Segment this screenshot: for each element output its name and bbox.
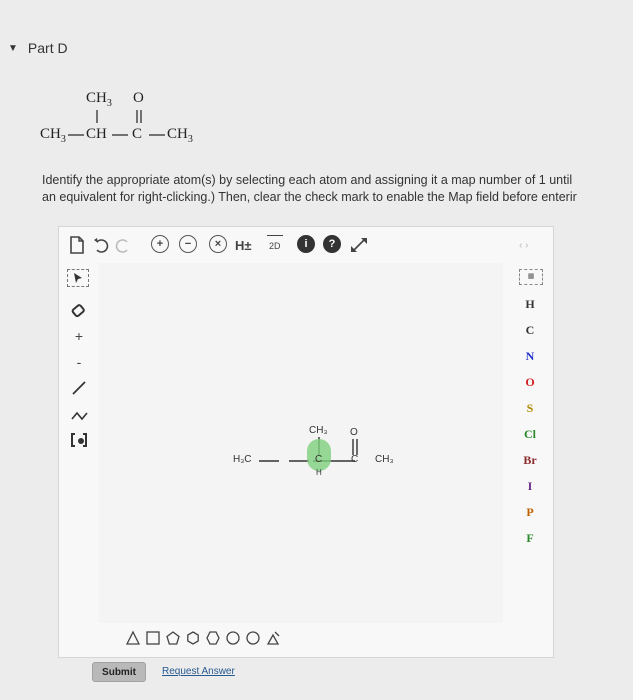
element-O[interactable]: O xyxy=(507,375,553,390)
help-icon[interactable]: ? xyxy=(323,235,341,253)
formula-bonds xyxy=(68,110,165,136)
square-ring-icon[interactable] xyxy=(145,630,161,646)
left-toolbar: + - xyxy=(59,263,99,623)
hydrogen-toggle-button[interactable]: H± xyxy=(235,235,252,255)
atom-h3c-left[interactable]: H₃C xyxy=(233,454,252,465)
hexagon-ring-icon[interactable] xyxy=(185,630,201,646)
element-I[interactable]: I xyxy=(507,479,553,494)
info-icon[interactable]: i xyxy=(297,235,315,253)
charge-minus-button[interactable]: - xyxy=(67,351,91,373)
new-document-icon[interactable] xyxy=(69,235,85,255)
element-H[interactable]: H xyxy=(507,297,553,312)
panel-toggle-icon[interactable]: ‹ › xyxy=(519,235,528,255)
element-C[interactable]: C xyxy=(507,323,553,338)
formula-c: C xyxy=(132,126,143,142)
undo-icon[interactable] xyxy=(93,235,111,255)
element-P[interactable]: P xyxy=(507,505,553,520)
charge-plus-button[interactable]: + xyxy=(67,325,91,347)
submit-button[interactable]: Submit xyxy=(92,662,146,682)
zoom-in-icon[interactable]: + xyxy=(151,235,169,253)
chain-tool-icon[interactable] xyxy=(67,403,91,425)
element-S[interactable]: S xyxy=(507,401,553,416)
element-Cl[interactable]: Cl xyxy=(507,427,553,442)
molecule-editor: + − × H± 2D i ? ‹ › + - H₃C C H CH₃ O C … xyxy=(58,226,554,658)
element-F[interactable]: F xyxy=(507,531,553,546)
heptagon-ring-icon[interactable] xyxy=(225,630,241,646)
instructions: Identify the appropriate atom(s) by sele… xyxy=(42,172,632,206)
clean-2d-button[interactable]: 2D xyxy=(267,235,283,256)
custom-template-icon[interactable] xyxy=(265,630,283,646)
atom-carbonyl-o[interactable]: O xyxy=(350,427,358,438)
instructions-line-2: an equivalent for right-clicking.) Then,… xyxy=(42,190,577,204)
ring-templates-toolbar xyxy=(99,625,503,651)
collapse-caret-icon[interactable]: ▼ xyxy=(8,43,18,54)
editor-toolbar: + − × H± 2D i ? ‹ › xyxy=(59,227,553,263)
clear-icon[interactable]: × xyxy=(209,235,227,253)
structural-formula: CH3 O CH3 CH C CH3 xyxy=(0,86,260,152)
formula-ch3-left: CH3 xyxy=(40,126,66,145)
single-bond-icon[interactable] xyxy=(67,377,91,399)
octagon-ring-icon[interactable] xyxy=(245,630,261,646)
formula-ch: CH xyxy=(86,126,107,142)
atom-center-c[interactable]: C xyxy=(315,454,322,465)
benzene-ring-icon[interactable] xyxy=(205,630,221,646)
atom-ch3-top[interactable]: CH₃ xyxy=(309,425,328,436)
triangle-ring-icon[interactable] xyxy=(125,630,141,646)
part-title: Part D xyxy=(27,40,68,56)
element-N[interactable]: N xyxy=(507,349,553,364)
template-bracket-icon[interactable] xyxy=(67,429,91,451)
atom-carbonyl-c[interactable]: C xyxy=(351,454,358,465)
element-Br[interactable]: Br xyxy=(507,453,553,468)
pentagon-ring-icon[interactable] xyxy=(165,630,181,646)
element-palette: ▦ H C N O S Cl Br I P F xyxy=(507,263,553,623)
eraser-icon[interactable] xyxy=(67,299,91,321)
redo-icon[interactable] xyxy=(115,235,131,255)
instructions-line-1: Identify the appropriate atom(s) by sele… xyxy=(42,173,573,187)
zoom-out-icon[interactable]: − xyxy=(179,235,197,253)
formula-ch3-right: CH3 xyxy=(167,126,193,145)
request-answer-link[interactable]: Request Answer xyxy=(162,666,235,677)
drawing-canvas[interactable]: H₃C C H CH₃ O C CH₃ xyxy=(99,263,503,623)
selection-tool-icon[interactable] xyxy=(67,269,89,287)
molecule-bonds xyxy=(259,437,358,462)
periodic-table-icon[interactable]: ▦ xyxy=(519,269,543,285)
atom-center-h[interactable]: H xyxy=(316,468,322,477)
atom-ch3-right[interactable]: CH₃ xyxy=(375,454,394,465)
part-header[interactable]: ▼ Part D xyxy=(8,40,68,56)
fullscreen-expand-icon[interactable] xyxy=(349,235,369,255)
